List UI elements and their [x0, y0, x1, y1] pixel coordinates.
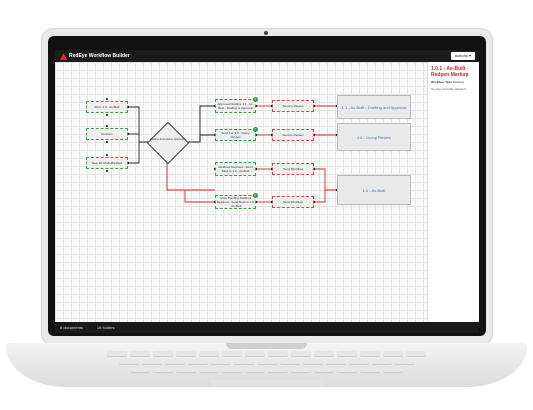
workflow-type-value: Drawing	[452, 80, 464, 84]
folders-count: 16 folders	[96, 325, 115, 330]
node-redline-declined[interactable]: Redlined Declined - Send Back to 1.0 - A…	[215, 162, 256, 176]
node-send-workflow-2[interactable]: Send Workflow	[272, 196, 314, 208]
keyboard	[80, 351, 453, 377]
actions-button[interactable]: Actions ▾	[450, 52, 475, 60]
decision-label: Redline Submission Approval	[150, 138, 184, 141]
node-pending-declined[interactable]: Issue Pending Redlines Declined - Send B…	[215, 195, 256, 209]
node-send-review-2[interactable]: Send to Review	[272, 129, 314, 141]
app-header: RedEye Workflow Builder Actions ▾	[55, 50, 479, 62]
panel-note: No step currently selected	[431, 87, 466, 91]
stage-drafting-approval[interactable]: 1.1 - As-Built - Drafting and Approval	[337, 95, 411, 119]
panel-title: 1.0.1 - As-Built - Redpen Markup	[431, 66, 469, 78]
touchpad	[210, 380, 324, 386]
node-approved-redline[interactable]: Approved Redline 1.1 - As-Built - Drafti…	[215, 99, 256, 113]
approved-check-icon: ✓	[253, 97, 258, 102]
hinge-notch	[226, 343, 307, 349]
node-revision[interactable]: Revision	[86, 128, 128, 140]
properties-panel: 1.0.1 - As-Built - Redpen Markup Workflo…	[427, 62, 479, 322]
node-send-review-1[interactable]: Send to Review	[272, 100, 314, 112]
approved-check-icon: ✓	[253, 193, 258, 198]
node-new-model[interactable]: New 3D Model/Drafted	[86, 157, 128, 169]
app-title: RedEye Workflow Builder	[69, 53, 130, 59]
webcam	[264, 31, 268, 35]
stage-group-review[interactable]: 4.0 - Group Review	[337, 123, 411, 151]
app-screen: RedEye Workflow Builder Actions ▾ From 1…	[55, 50, 479, 333]
workflow-type: Workflow Type Drawing	[431, 80, 477, 84]
node-group-review[interactable]: Send For 4.0 - Group Review	[215, 129, 256, 141]
node-from-as-built[interactable]: From 1.0 - As-Built	[86, 101, 128, 113]
status-bar: 8 documents 16 folders	[55, 322, 479, 333]
documents-count: 8 documents	[60, 325, 83, 330]
stage-as-built[interactable]: 1.0 - As-Built	[337, 175, 411, 205]
node-send-workflow-1[interactable]: Send Workflow	[272, 163, 314, 175]
redeye-logo-icon	[59, 52, 67, 60]
workflow-canvas[interactable]: From 1.0 - As-Built Revision New 3D Mode…	[55, 62, 427, 322]
approved-check-icon: ✓	[253, 127, 258, 132]
workflow-type-label: Workflow Type	[431, 80, 453, 84]
